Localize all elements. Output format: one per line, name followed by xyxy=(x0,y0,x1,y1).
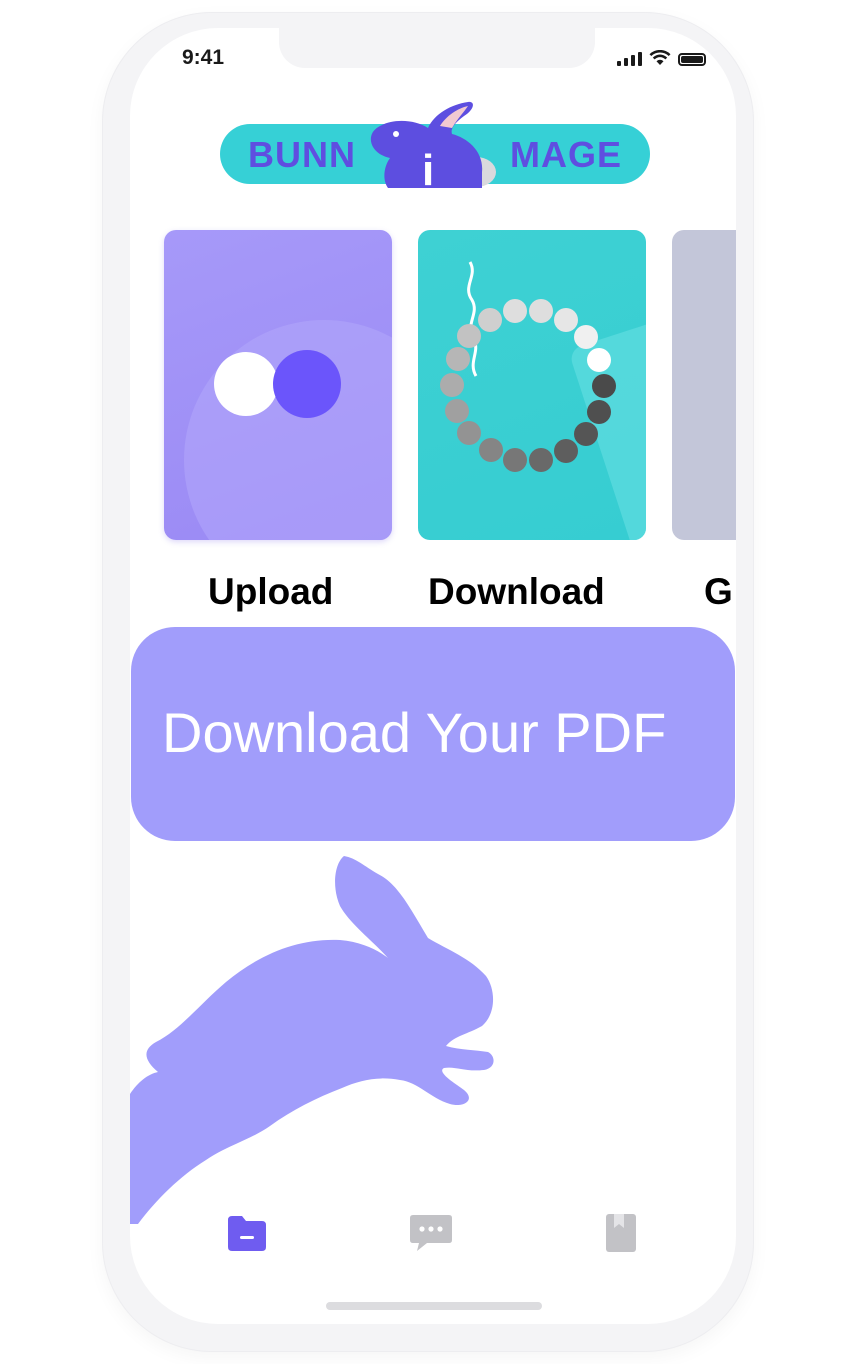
gallery-card-partial[interactable] xyxy=(672,230,736,540)
download-card-label: Download xyxy=(428,571,605,612)
purple-circle-icon xyxy=(273,350,341,418)
tab-chat[interactable] xyxy=(406,1208,456,1258)
upload-card[interactable] xyxy=(164,230,392,540)
third-card-label: G xyxy=(704,571,733,612)
logo-text-left: BUNN xyxy=(248,134,356,175)
status-time: 9:41 xyxy=(182,46,225,69)
loading-spinner-icon xyxy=(440,261,646,540)
battery-icon xyxy=(678,53,706,66)
status-icons xyxy=(617,50,706,66)
bunny-silhouette-illustration xyxy=(130,856,494,1224)
upload-card-label: Upload xyxy=(208,571,334,612)
chat-icon xyxy=(410,1215,452,1251)
upload-illustration xyxy=(184,320,392,540)
download-pdf-button-label: Download Your PDF xyxy=(162,701,667,764)
home-indicator[interactable] xyxy=(326,1302,542,1310)
bookmark-icon xyxy=(606,1214,636,1252)
download-card[interactable] xyxy=(418,230,646,540)
bunny-logo-icon xyxy=(370,101,496,188)
logo-text-right: MAGE xyxy=(510,134,622,175)
app-screen: 9:41 BUNN i MAGE Upload Download G Downl… xyxy=(130,28,736,1324)
app-logo: BUNN i MAGE xyxy=(220,101,650,195)
device-notch xyxy=(279,28,595,68)
tab-bookmark[interactable] xyxy=(596,1208,646,1258)
feature-carousel[interactable] xyxy=(164,230,736,550)
wifi-icon xyxy=(649,50,671,65)
bottom-tab-bar xyxy=(130,1198,736,1278)
white-circle-icon xyxy=(214,352,278,416)
cellular-signal-icon xyxy=(617,50,642,66)
logo-center-letter: i xyxy=(422,146,435,195)
tab-folder[interactable] xyxy=(222,1208,272,1258)
folder-icon xyxy=(228,1216,266,1251)
